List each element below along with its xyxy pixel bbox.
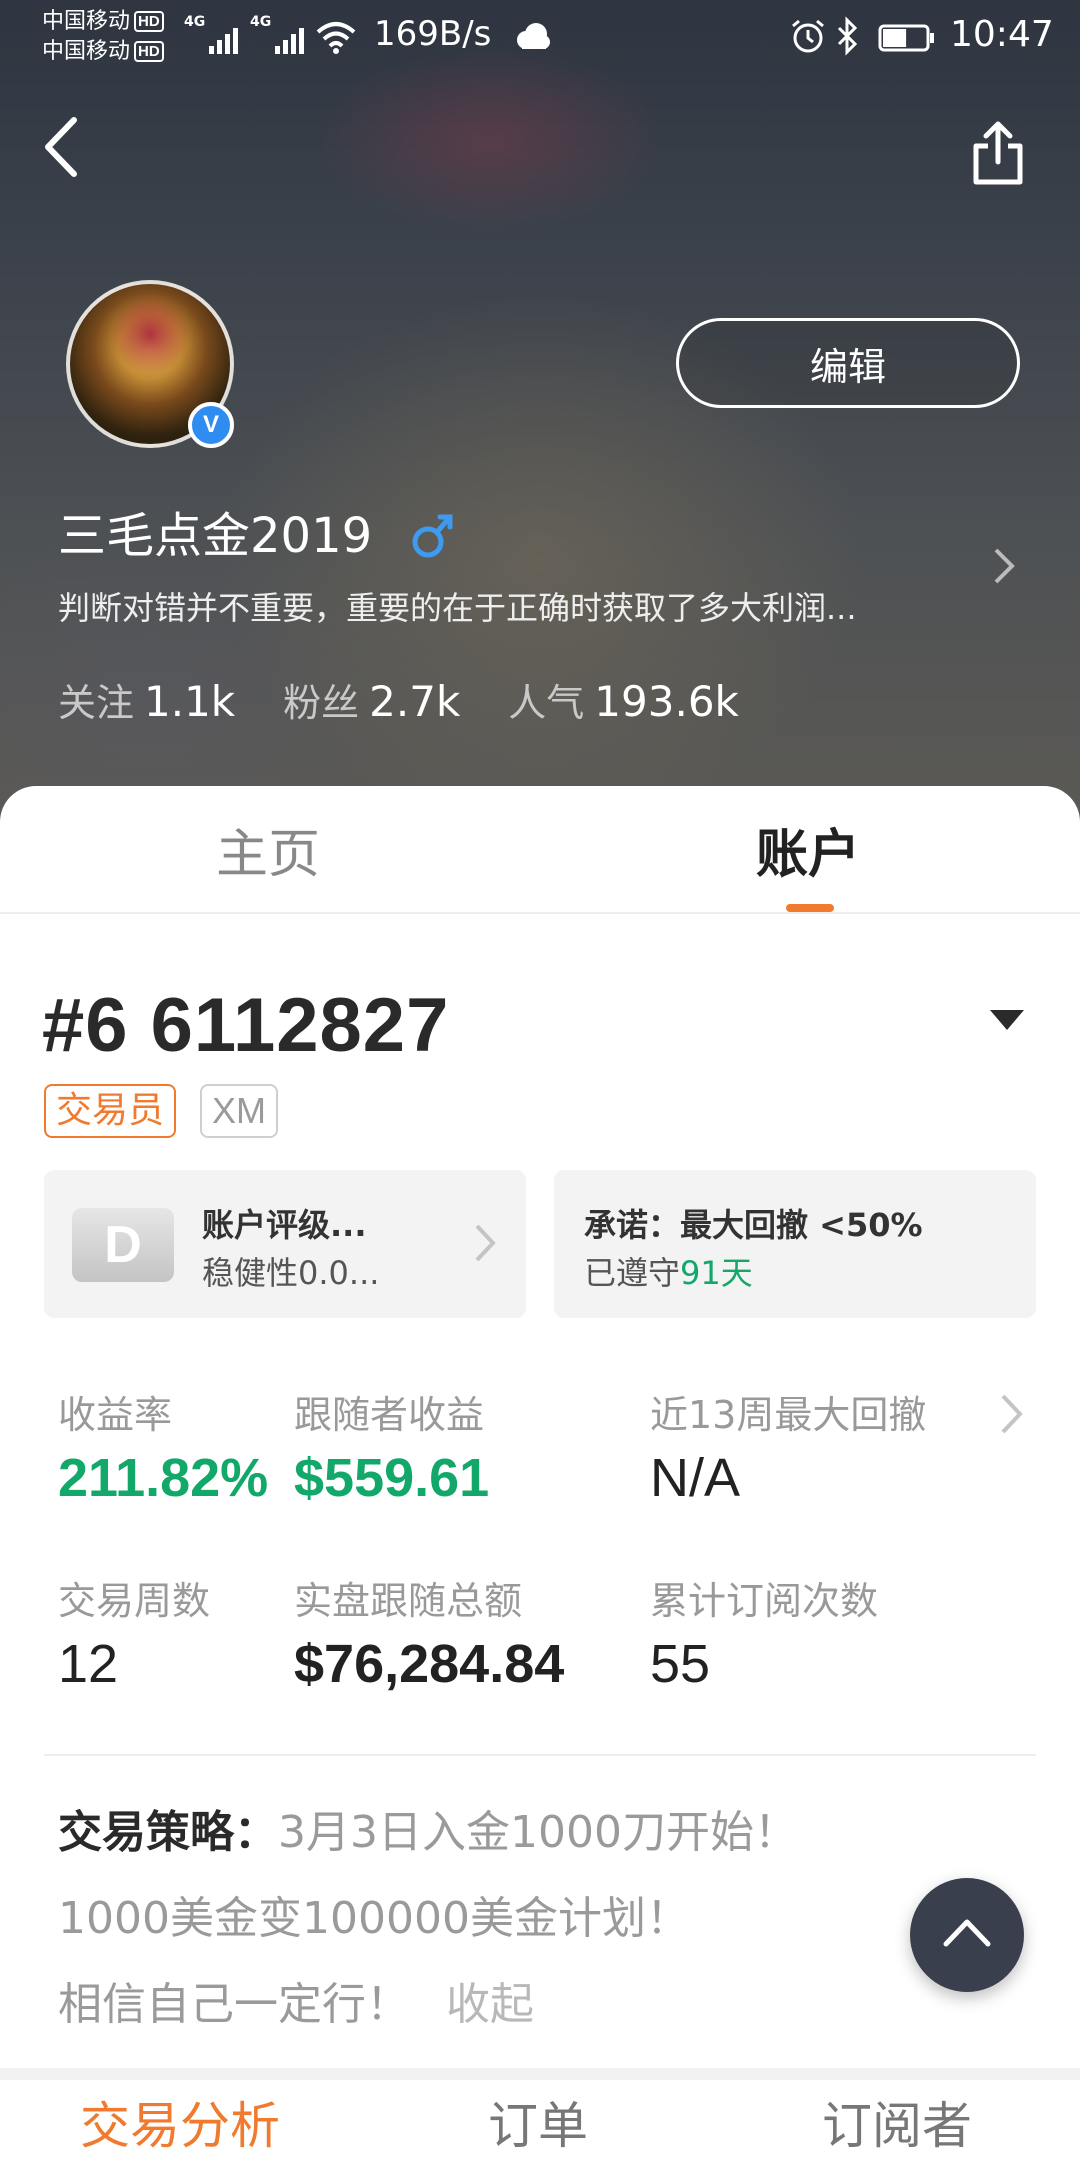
drawdown-promise-card: 承诺：最大回撤 <50% 已遵守91天 (554, 1170, 1036, 1318)
edit-profile-button[interactable]: 编辑 (676, 318, 1020, 408)
verified-badge: V (188, 402, 234, 448)
metric-label: 近13周最大回撤 (650, 1393, 927, 1437)
metric-value: $76,284.84 (294, 1634, 565, 1694)
stat-label: 关注 (58, 681, 135, 725)
stat-label: 粉丝 (283, 681, 360, 725)
hd-badge-1: HD (134, 11, 164, 32)
metric-follower-profit: 跟随者收益 $559.61 (294, 1384, 489, 1509)
carrier-info: 中国移动 HD 中国移动 HD (42, 6, 164, 66)
hd-badge-2: HD (134, 41, 164, 62)
strategy-line-1: 3月3日入金1000刀开始！ (278, 1807, 798, 1858)
profile-stats: 关注 1.1k 粉丝 2.7k 人气 193.6k (58, 672, 739, 727)
network-type-1: 4G (184, 14, 206, 30)
trader-tag: 交易员 (44, 1084, 177, 1138)
bluetooth-icon (837, 16, 858, 56)
stat-followers[interactable]: 粉丝 2.7k (283, 672, 460, 727)
app-screen: 中国移动 HD 中国移动 HD 4G 4G 169B/s 10:47 V 编辑 … (0, 0, 1080, 2160)
share-icon[interactable] (968, 118, 1028, 188)
gender-male-icon (412, 514, 453, 558)
metric-trading-weeks: 交易周数 12 (58, 1570, 210, 1695)
rating-subtitle: 稳健性0.0... (202, 1254, 380, 1292)
promise-days: 91天 (680, 1254, 753, 1292)
account-rating-card[interactable]: D 账户评级... 稳健性0.0... (44, 1170, 526, 1318)
battery-fill (883, 29, 907, 47)
rating-title: 账户评级... (202, 1206, 367, 1244)
tab-trade-analysis[interactable]: 交易分析 (80, 2086, 280, 2158)
chevron-right-icon (475, 1224, 496, 1262)
promise-prefix: 已遵守 (584, 1254, 681, 1292)
network-type-2: 4G (250, 14, 272, 30)
stat-value: 193.6k (594, 677, 739, 726)
main-tabs: 主页 账户 (0, 786, 1080, 914)
wifi-icon (316, 22, 356, 54)
promise-title: 承诺：最大回撤 <50% (584, 1206, 923, 1244)
metric-value: $559.61 (294, 1448, 490, 1508)
dropdown-triangle-icon[interactable] (988, 1008, 1026, 1032)
chevron-right-icon[interactable] (990, 544, 1018, 588)
profile-bio[interactable]: 判断对错并不重要，重要的在于正确时获取了多大利润... (58, 586, 958, 630)
strategy-line-2: 1000美金变100000美金计划！ (58, 1893, 690, 1944)
metric-label: 收益率 (58, 1393, 173, 1437)
back-icon[interactable] (38, 112, 88, 182)
account-number: #6 6112827 (42, 983, 450, 1068)
clock: 10:47 (950, 14, 1054, 55)
alarm-icon (792, 19, 824, 53)
tab-active-indicator (786, 904, 834, 912)
promise-subtitle: 已遵守91天 (584, 1248, 753, 1294)
tab-account[interactable]: 账户 (756, 812, 860, 887)
stat-following[interactable]: 关注 1.1k (58, 672, 235, 727)
metric-value: N/A (650, 1448, 741, 1508)
metric-label: 跟随者收益 (294, 1393, 485, 1437)
metric-label: 累计订阅次数 (650, 1579, 879, 1623)
metric-value: 12 (58, 1634, 119, 1694)
divider (44, 1754, 1036, 1756)
metric-label: 交易周数 (58, 1579, 211, 1623)
chevron-right-icon[interactable] (998, 1390, 1026, 1438)
tab-home[interactable]: 主页 (216, 812, 320, 887)
status-bar: 中国移动 HD 中国移动 HD 4G 4G 169B/s 10:47 (0, 0, 1080, 72)
metric-label: 实盘跟随总额 (294, 1579, 523, 1623)
tab-orders[interactable]: 订单 (488, 2086, 588, 2158)
collapse-link[interactable]: 收起 (446, 1979, 534, 2030)
arrow-up-icon (943, 1919, 991, 1947)
trading-strategy: 交易策略：3月3日入金1000刀开始！ 1000美金变100000美金计划！ 相… (58, 1790, 1018, 2048)
stat-label: 人气 (508, 681, 585, 725)
broker-tag: XM (200, 1084, 278, 1138)
carrier-name-2: 中国移动 (42, 38, 131, 63)
tab-subscribers[interactable]: 订阅者 (822, 2086, 972, 2158)
metric-total-follow-amount: 实盘跟随总额 $76,284.84 (294, 1570, 564, 1695)
scroll-to-top-button[interactable] (910, 1878, 1024, 1992)
signal-strength-icon: 4G (184, 14, 239, 54)
metric-value: 55 (650, 1634, 711, 1694)
profile-header: 中国移动 HD 中国移动 HD 4G 4G 169B/s 10:47 V 编辑 … (0, 0, 1080, 840)
network-speed: 169B/s (374, 14, 492, 54)
metric-max-drawdown[interactable]: 近13周最大回撤 N/A (650, 1384, 926, 1509)
content-sheet: 主页 账户 #6 6112827 交易员 XM D 账户评级... 稳健性0.0… (0, 786, 1080, 2160)
rating-grade-badge: D (72, 1208, 174, 1282)
metric-return-rate: 收益率 211.82% (58, 1384, 268, 1509)
metric-value: 211.82% (58, 1448, 269, 1508)
strategy-line-3: 相信自己一定行！ (58, 1979, 410, 2030)
strategy-label: 交易策略： (58, 1807, 278, 1858)
carrier-name-1: 中国移动 (42, 8, 131, 33)
stat-popularity: 人气 193.6k (508, 672, 739, 727)
stat-value: 1.1k (144, 677, 236, 726)
section-separator (0, 2068, 1080, 2080)
username: 三毛点金2019 (58, 508, 373, 564)
cloud-icon (517, 23, 550, 49)
battery-icon (878, 24, 934, 52)
stat-value: 2.7k (369, 677, 461, 726)
signal-strength-icon-2: 4G (250, 14, 305, 54)
metric-subscriptions: 累计订阅次数 55 (650, 1570, 878, 1695)
